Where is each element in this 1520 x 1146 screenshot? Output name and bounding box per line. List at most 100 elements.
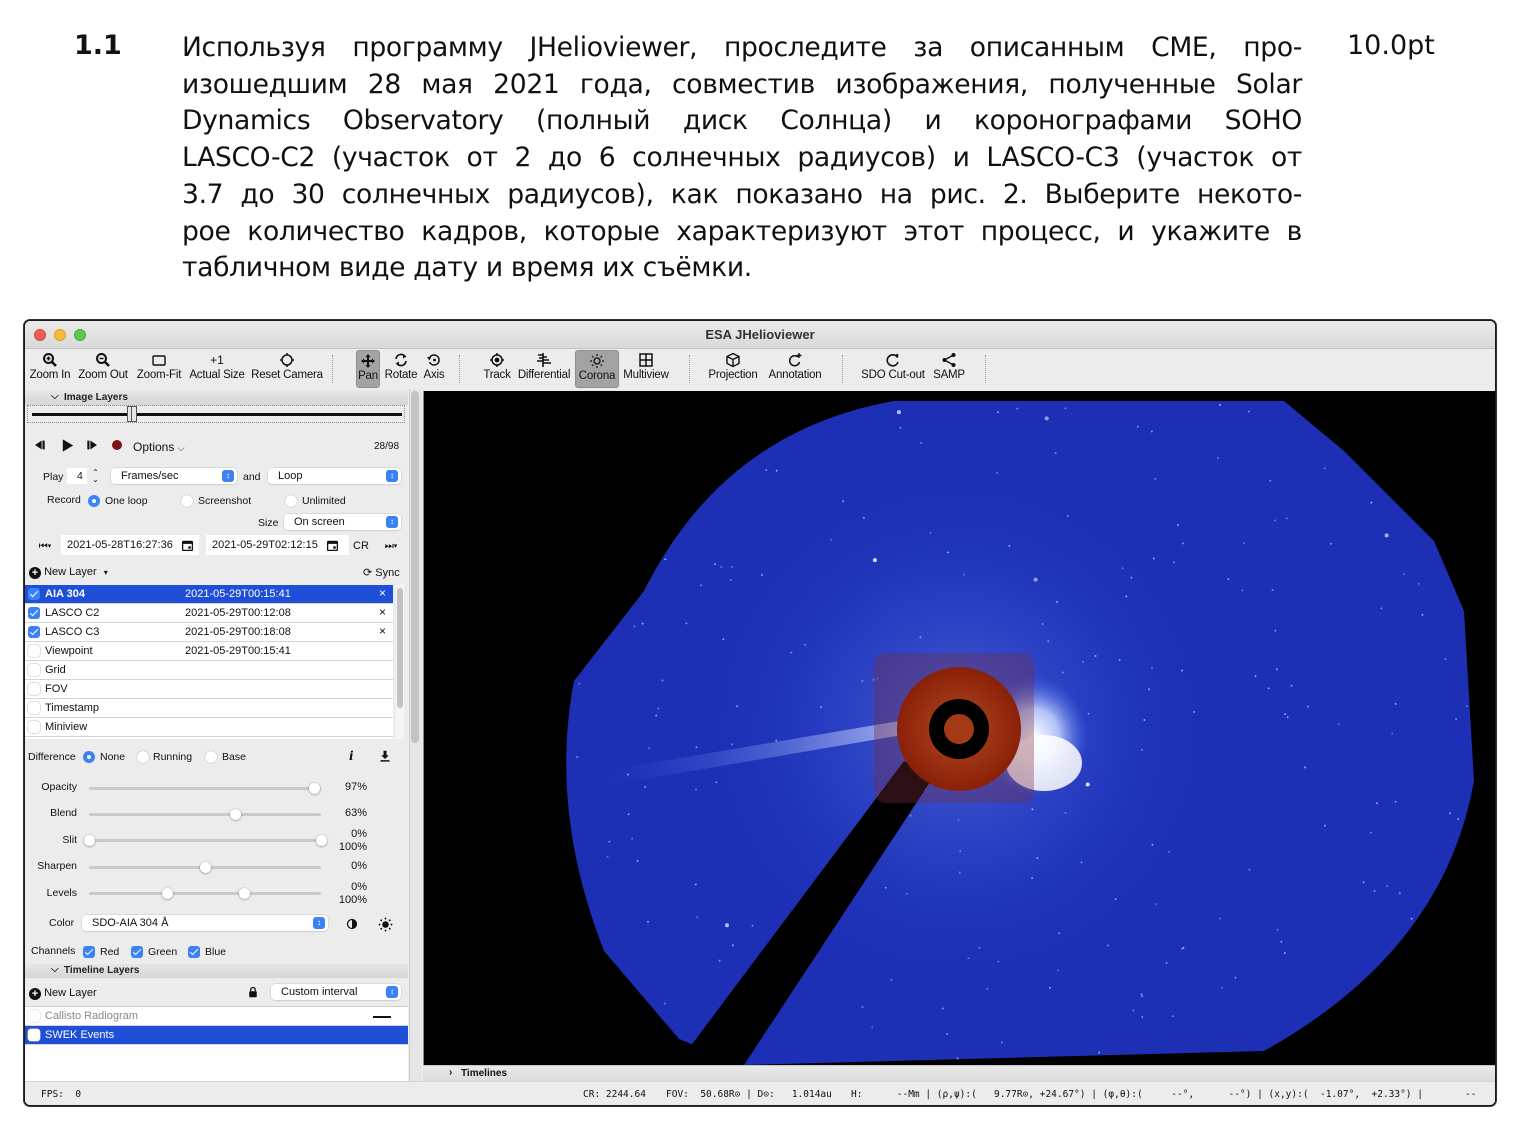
channel-red-checkbox[interactable] — [83, 946, 95, 958]
record-unlimited-radio[interactable] — [285, 495, 297, 507]
difference-base-radio[interactable] — [205, 751, 217, 763]
star — [1047, 640, 1050, 643]
record-screenshot-radio[interactable] — [181, 495, 193, 507]
layer-visibility-checkbox[interactable] — [28, 664, 40, 676]
first-frame-menu-button[interactable]: ⏮ ▾ — [31, 536, 59, 556]
record-size-select[interactable]: On screen ↕ — [284, 514, 401, 530]
levels-label: Levels — [46, 887, 77, 899]
annotation-button[interactable]: Annotation — [764, 350, 826, 388]
rotate-button[interactable]: Rotate — [382, 350, 420, 388]
opacity-slider-thumb[interactable] — [308, 783, 320, 794]
play-speed-input[interactable]: 4 — [67, 468, 87, 484]
start-date-picker-button[interactable] — [179, 537, 195, 553]
image-viewer[interactable] — [423, 391, 1495, 1065]
zoom-in-button[interactable]: Zoom In — [27, 350, 73, 388]
difference-none-radio[interactable] — [83, 751, 95, 763]
axis-button[interactable]: Axis — [421, 350, 447, 388]
new-timeline-layer-button[interactable]: + New Layer — [29, 987, 97, 1000]
levels-low-thumb[interactable] — [162, 888, 174, 899]
download-button[interactable] — [378, 749, 392, 763]
carrington-rotation-button[interactable]: CR — [353, 540, 369, 552]
projection-button[interactable]: Projection — [706, 350, 760, 388]
levels-high-thumb[interactable] — [238, 888, 250, 899]
layer-table-scrollbar-thumb[interactable] — [397, 588, 403, 708]
differential-button[interactable]: Differential — [516, 350, 572, 388]
speed-unit-select[interactable]: Frames/sec ↕ — [111, 468, 237, 484]
record-button[interactable] — [111, 439, 123, 451]
slit-slider-track[interactable] — [89, 839, 321, 842]
chevron-down-icon: ⌵ — [51, 964, 59, 975]
layer-row-lasco-c3[interactable]: LASCO C3 2021-05-29T00:18:08 × — [25, 623, 393, 642]
remove-layer-icon[interactable]: × — [379, 624, 386, 638]
info-icon[interactable]: i — [349, 749, 354, 763]
zoom-fit-button[interactable]: Zoom-Fit — [133, 350, 185, 388]
options-menu[interactable]: Options ⌵ — [133, 440, 185, 454]
layer-table-scrollbar[interactable] — [396, 585, 404, 739]
opacity-slider-track[interactable] — [89, 787, 321, 790]
frame-slider[interactable] — [27, 405, 405, 423]
layer-row-grid[interactable]: Grid — [25, 661, 393, 680]
color-table-select[interactable]: SDO-AIA 304 Å ↕ — [82, 915, 328, 931]
previous-frame-button[interactable] — [31, 437, 47, 453]
layer-visibility-checkbox[interactable] — [28, 607, 40, 619]
sharpen-slider-thumb[interactable] — [199, 862, 211, 873]
zoom-out-button[interactable]: Zoom Out — [75, 350, 131, 388]
layer-visibility-checkbox[interactable] — [28, 683, 40, 695]
timeline-interval-select[interactable]: Custom interval ↕ — [271, 984, 401, 1000]
record-one-loop-radio[interactable] — [88, 495, 100, 507]
frame-slider-thumb[interactable] — [126, 406, 137, 422]
reset-camera-button[interactable]: Reset Camera — [250, 350, 324, 388]
slit-high-thumb[interactable] — [315, 835, 327, 846]
play-button[interactable] — [58, 436, 76, 454]
left-panel-scrollbar-thumb[interactable] — [411, 391, 419, 743]
channel-blue-checkbox[interactable] — [188, 946, 200, 958]
samp-button[interactable]: SAMP — [931, 350, 967, 388]
end-date-picker-button[interactable] — [324, 537, 340, 553]
layer-row-miniview[interactable]: Miniview — [25, 718, 393, 737]
track-button[interactable]: Track — [480, 350, 514, 388]
layer-visibility-checkbox[interactable] — [28, 702, 40, 714]
levels-slider-track[interactable] — [89, 892, 321, 895]
remove-layer-icon[interactable]: × — [379, 605, 386, 619]
layer-visibility-checkbox[interactable] — [28, 645, 40, 657]
last-frame-menu-button[interactable]: ⏭ ▾ — [377, 536, 405, 556]
layer-row-fov[interactable]: FOV — [25, 680, 393, 699]
layer-row-timestamp[interactable]: Timestamp — [25, 699, 393, 718]
play-speed-stepper[interactable]: ⌃ ⌄ — [91, 467, 100, 485]
pan-button[interactable]: Pan — [356, 350, 380, 388]
multiview-button[interactable]: Multiview — [621, 350, 671, 388]
timeline-row-swek-events[interactable]: SWEK Events — [25, 1026, 408, 1045]
remove-layer-icon[interactable]: × — [379, 586, 386, 600]
blend-slider-thumb[interactable] — [229, 809, 241, 820]
sdo-cutout-button[interactable]: SDO Cut-out — [858, 350, 928, 388]
blend-slider-track[interactable] — [89, 813, 321, 816]
layer-row-viewpoint[interactable]: Viewpoint 2021-05-29T00:15:41 — [25, 642, 393, 661]
image-layers-header[interactable]: ⌵ Image Layers — [25, 391, 408, 405]
actual-size-button[interactable]: +1 Actual Size — [187, 350, 247, 388]
loop-mode-select[interactable]: Loop ↕ — [268, 468, 401, 484]
timeline-visibility-checkbox[interactable] — [28, 1029, 40, 1041]
layer-visibility-checkbox[interactable] — [28, 721, 40, 733]
timeline-visibility-checkbox[interactable] — [28, 1010, 40, 1022]
invert-colors-button[interactable] — [344, 916, 360, 932]
next-frame-button[interactable] — [85, 437, 101, 453]
corona-button[interactable]: Corona — [575, 350, 619, 388]
layer-visibility-checkbox[interactable] — [28, 626, 40, 638]
layer-row-lasco-c2[interactable]: LASCO C2 2021-05-29T00:12:08 × — [25, 604, 393, 623]
sync-button[interactable]: ⟳ Sync — [363, 566, 400, 579]
layer-row-aia-304[interactable]: AIA 304 2021-05-29T00:15:41 × — [25, 585, 393, 604]
timeline-row-callisto[interactable]: Callisto Radiogram — [25, 1007, 408, 1026]
channel-green-checkbox[interactable] — [131, 946, 143, 958]
timelines-toggle[interactable]: › Timelines — [423, 1065, 1495, 1081]
star — [1410, 917, 1413, 920]
timeline-layers-header[interactable]: ⌵ Timeline Layers — [25, 964, 408, 978]
lock-button[interactable] — [246, 985, 260, 999]
solar-image-canvas[interactable] — [424, 391, 1495, 1065]
rotate-icon — [393, 350, 409, 370]
difference-running-radio[interactable] — [137, 751, 149, 763]
new-image-layer-button[interactable]: + New Layer ▾ — [29, 566, 108, 579]
brightness-button[interactable] — [376, 915, 394, 933]
layer-visibility-checkbox[interactable] — [28, 588, 40, 600]
star — [1394, 702, 1397, 705]
slit-low-thumb[interactable] — [83, 835, 95, 846]
